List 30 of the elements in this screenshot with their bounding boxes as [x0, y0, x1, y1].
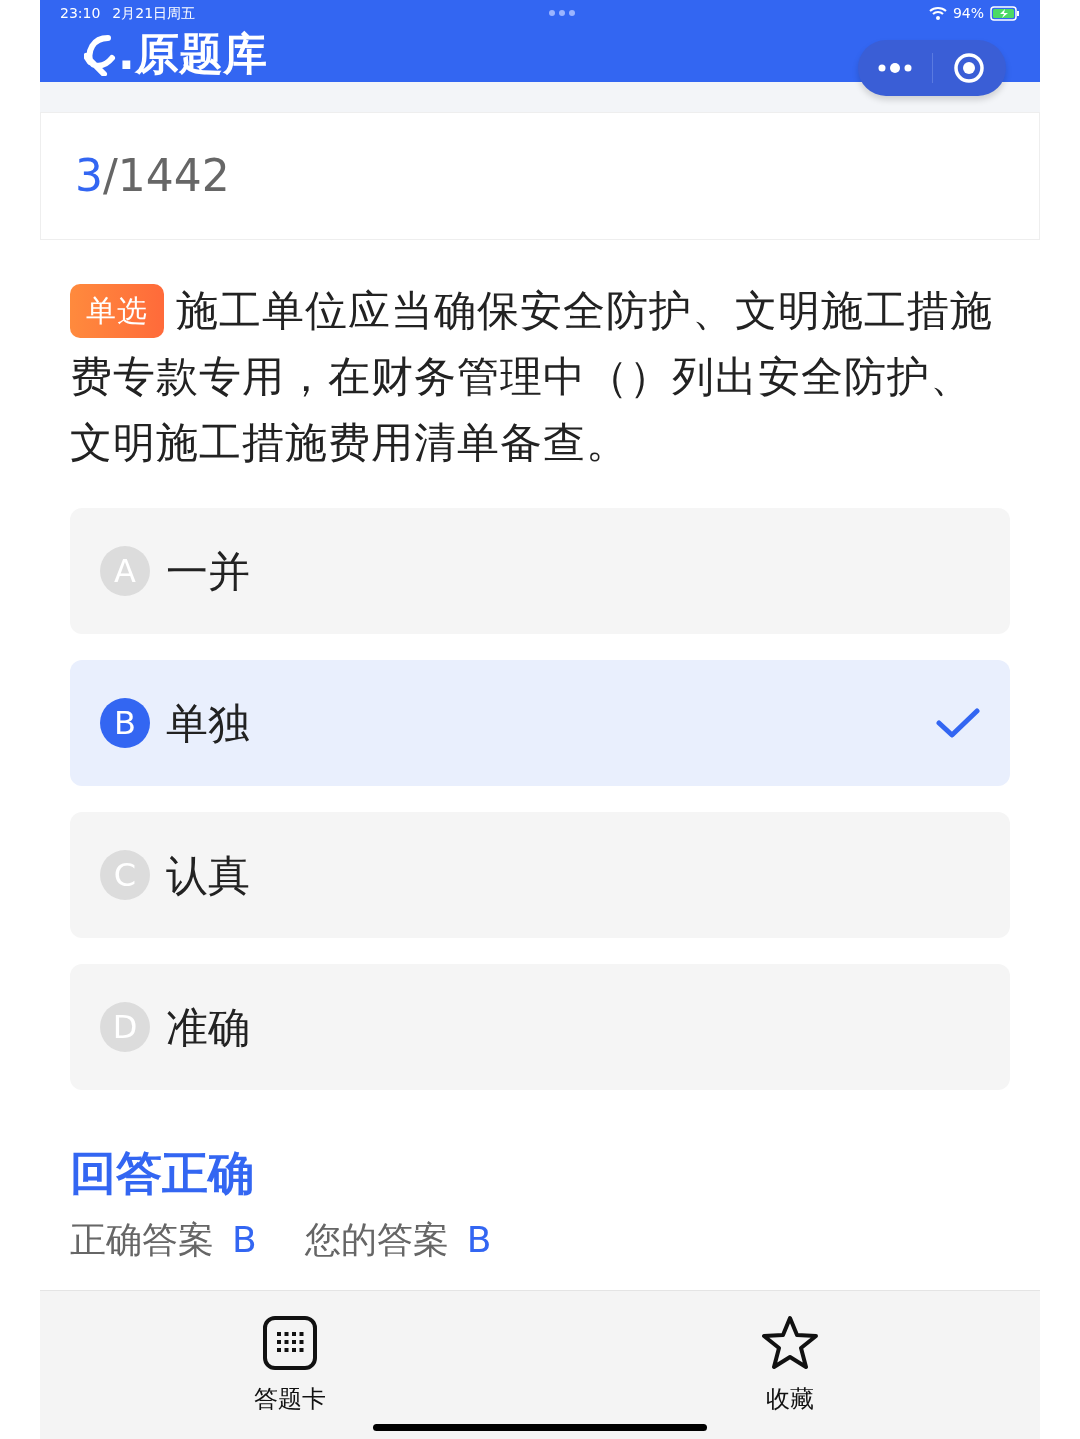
app-title: .原题库	[118, 32, 267, 76]
grid-icon	[262, 1315, 318, 1371]
target-icon	[953, 52, 986, 84]
check-icon	[936, 707, 980, 739]
your-answer-label: 您的答案	[304, 1218, 449, 1262]
logo-icon	[84, 32, 118, 76]
wifi-icon	[928, 6, 947, 20]
option-text: 准确	[166, 1001, 250, 1054]
option-text: 一并	[166, 545, 250, 598]
status-time: 23:10	[60, 3, 101, 23]
option-text: 认真	[166, 849, 250, 902]
your-answer-value: B	[466, 1218, 492, 1262]
current-number: 3	[75, 150, 103, 201]
option-letter: B	[100, 698, 150, 748]
star-icon	[761, 1315, 819, 1371]
status-date: 2月21日周五	[112, 3, 196, 23]
battery-percent: 94%	[952, 3, 984, 23]
question-text: 单选 施工单位应当确保安全防护、文明施工措施费专款专用，在财务管理中（）列出安全防护、文明施工措施费用清单备查。	[70, 283, 994, 469]
more-icon	[876, 63, 913, 73]
option-text: 单独	[166, 697, 250, 750]
result-heading: 回答正确	[70, 1150, 255, 1196]
toolbar-button[interactable]: 答题卡	[40, 1291, 540, 1439]
correct-answer-label: 正确答案	[70, 1218, 214, 1262]
total-count: /1442	[103, 150, 230, 201]
toolbar-button[interactable]: 收藏	[540, 1291, 1040, 1439]
battery-icon	[990, 5, 1020, 21]
answer-option[interactable]: B 单独	[70, 660, 1010, 786]
type-badge: 单选	[70, 284, 164, 338]
correct-answer-value: B	[232, 1218, 257, 1262]
more-icon	[549, 10, 575, 16]
